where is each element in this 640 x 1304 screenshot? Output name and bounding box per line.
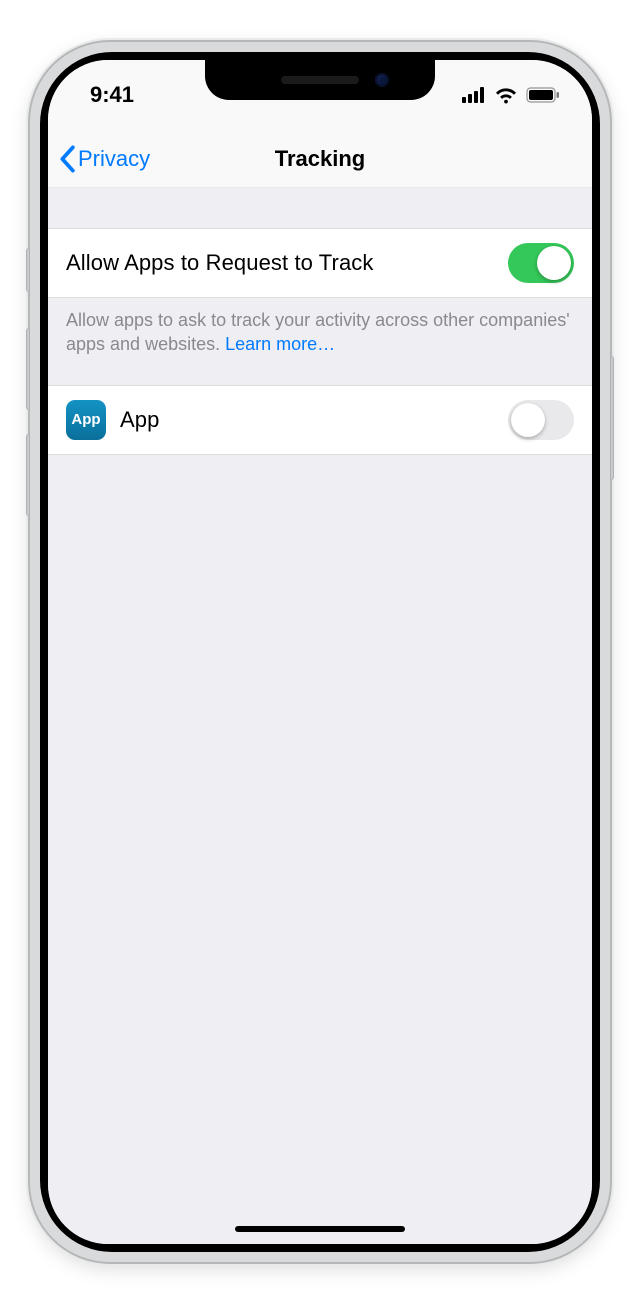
volume-down-button xyxy=(26,434,30,516)
section-footer: Allow apps to ask to track your activity… xyxy=(48,298,592,357)
learn-more-link[interactable]: Learn more… xyxy=(225,334,335,354)
allow-apps-request-label: Allow Apps to Request to Track xyxy=(66,250,508,276)
phone-frame: 9:41 xyxy=(30,42,610,1262)
back-button[interactable]: Privacy xyxy=(48,145,150,173)
back-label: Privacy xyxy=(78,146,150,172)
content-area: Allow Apps to Request to Track Allow app… xyxy=(48,188,592,1244)
notch xyxy=(205,60,435,100)
cellular-icon xyxy=(462,87,486,103)
wifi-icon xyxy=(494,86,518,104)
navigation-bar: Privacy Tracking xyxy=(48,130,592,188)
home-indicator[interactable] xyxy=(235,1226,405,1232)
phone-screen: 9:41 xyxy=(48,60,592,1244)
front-camera xyxy=(375,73,389,87)
chevron-left-icon xyxy=(58,145,76,173)
allow-apps-request-row: Allow Apps to Request to Track xyxy=(48,228,592,298)
mute-switch xyxy=(26,248,30,292)
status-time: 9:41 xyxy=(90,82,134,107)
power-button xyxy=(610,356,614,480)
allow-apps-request-toggle[interactable] xyxy=(508,243,574,283)
battery-icon xyxy=(526,87,560,103)
volume-up-button xyxy=(26,328,30,410)
phone-bezel: 9:41 xyxy=(40,52,600,1252)
app-name-label: App xyxy=(120,407,508,433)
app-tracking-toggle[interactable] xyxy=(508,400,574,440)
app-tracking-row: App App xyxy=(48,385,592,455)
app-icon: App xyxy=(66,400,106,440)
earpiece xyxy=(281,76,359,84)
